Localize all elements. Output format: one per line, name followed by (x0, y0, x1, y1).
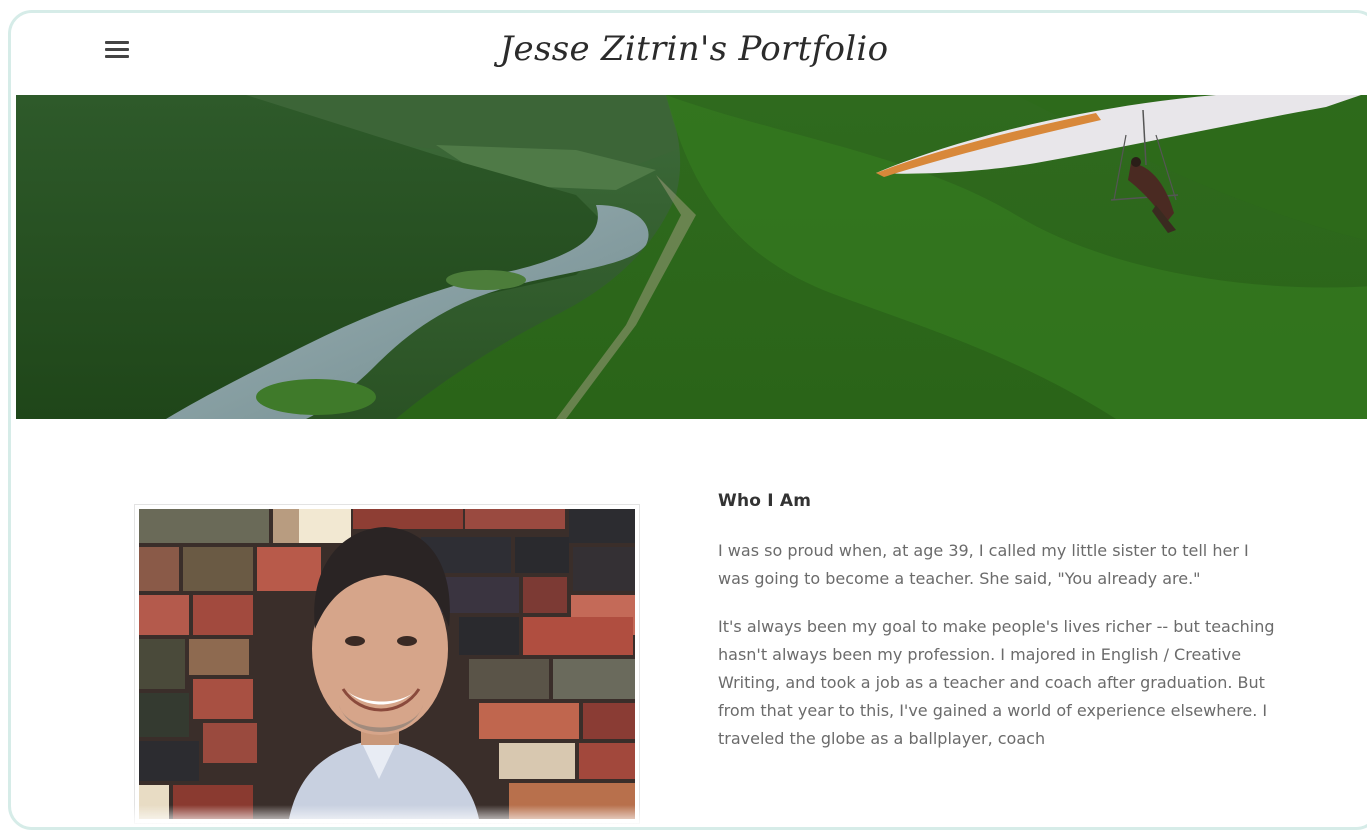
profile-photo (134, 504, 640, 824)
about-paragraph: I was so proud when, at age 39, I called… (718, 541, 1249, 588)
browser-frame: Jesse Zitrin's Portfolio Who I Am I was … (8, 10, 1367, 830)
site-title[interactable]: Jesse Zitrin's Portfolio (11, 29, 1367, 69)
about-section: Who I Am I was so proud when, at age 39,… (718, 491, 1278, 773)
about-heading: Who I Am (718, 491, 812, 511)
about-paragraph: It's always been my goal to make people'… (718, 617, 1275, 748)
hero-banner (16, 95, 1367, 419)
site-header: Jesse Zitrin's Portfolio (11, 13, 1367, 98)
hero-landscape-image (16, 95, 1367, 419)
bottom-fade (11, 805, 1367, 827)
portrait-image (139, 509, 635, 819)
